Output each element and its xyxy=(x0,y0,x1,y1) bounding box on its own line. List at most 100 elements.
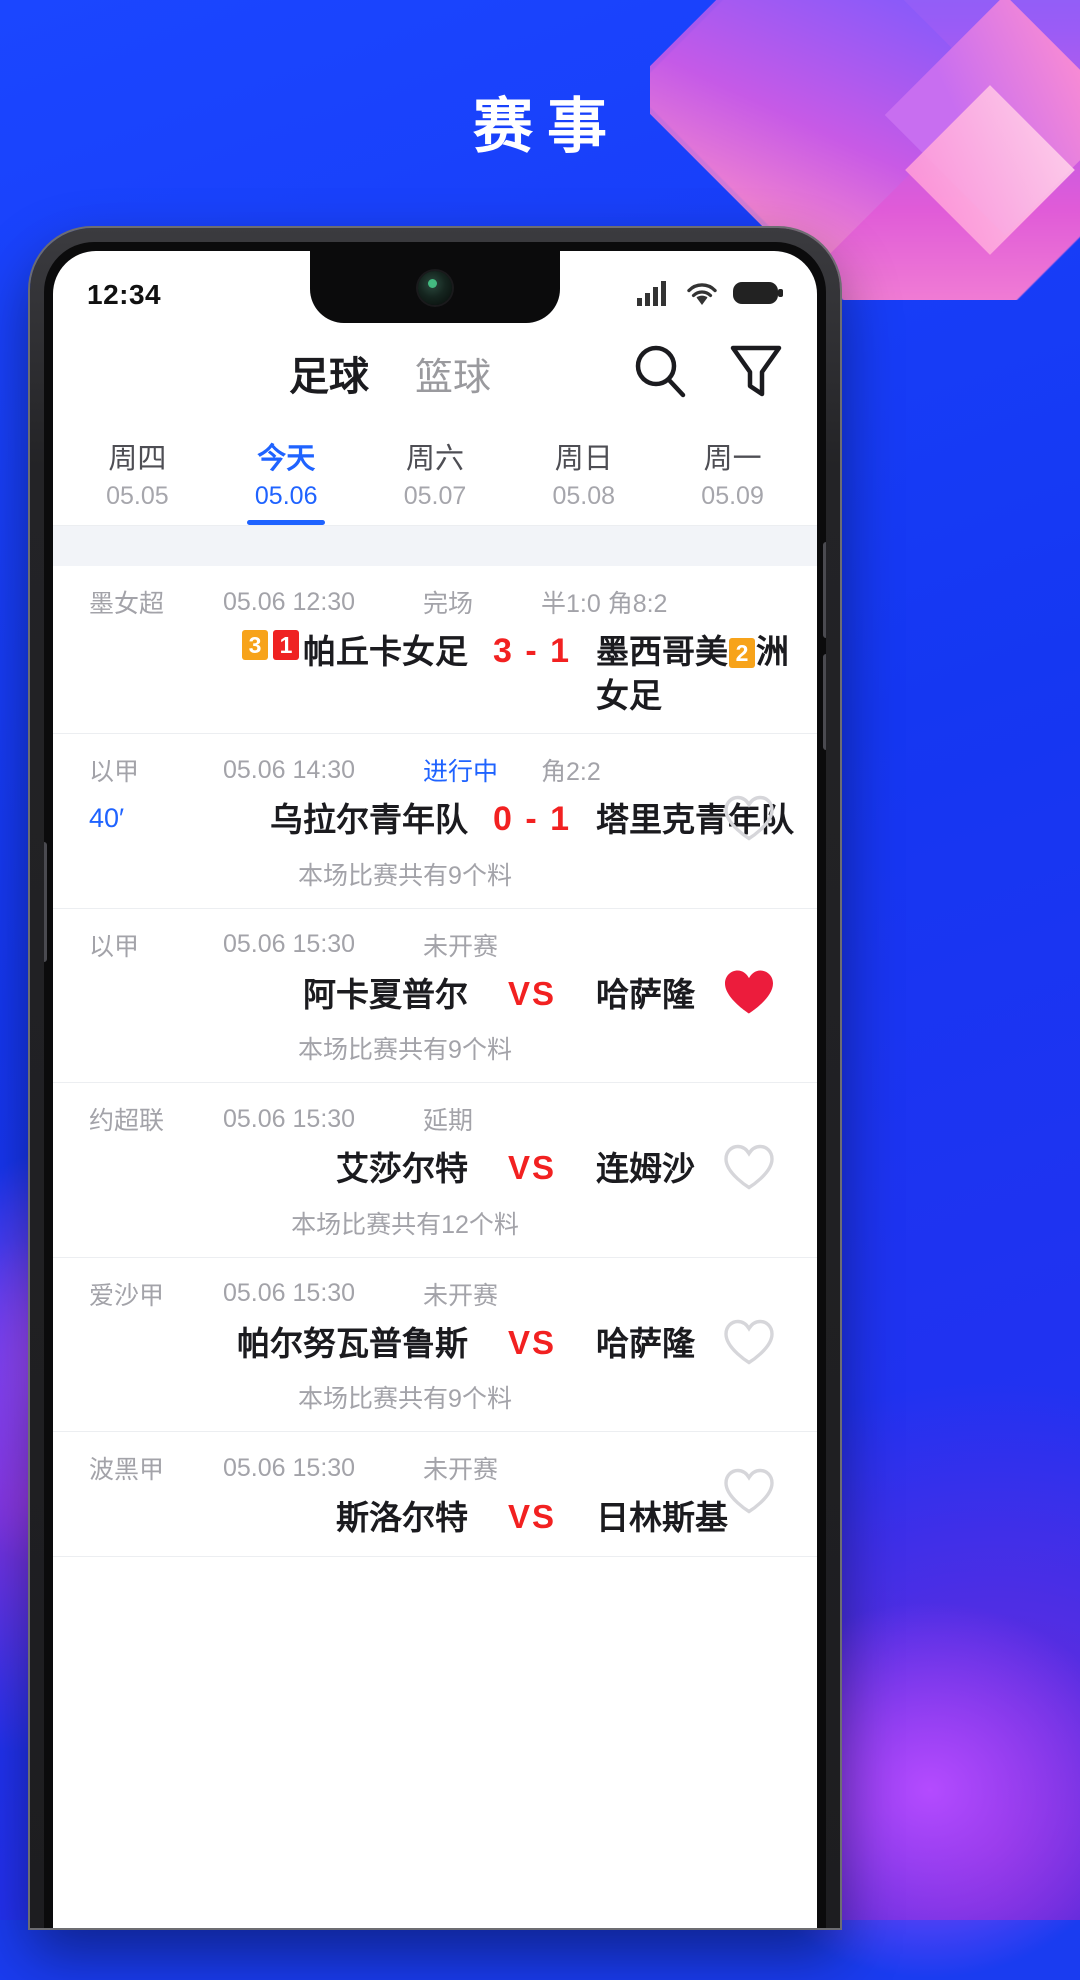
match-note: 本场比赛共有9个料 xyxy=(53,1030,817,1066)
match-meta: 爱沙甲05.06 15:30未开赛 xyxy=(53,1276,817,1312)
power-button[interactable] xyxy=(44,842,47,962)
league-label: 爱沙甲 xyxy=(53,1276,223,1312)
match-body: 阿卡夏普尔VS哈萨隆 xyxy=(53,973,817,1017)
favorite-outline-icon[interactable] xyxy=(723,1318,775,1371)
match-list[interactable]: 墨女超05.06 12:30完场半1:0 角8:2 31帕丘卡女足3 - 1墨西哥… xyxy=(53,566,817,1557)
match-status: 未开赛 xyxy=(423,1276,541,1312)
date-strip: 周四 05.05 今天 05.06 周六 05.07 周日 05.08 周一 xyxy=(53,421,817,526)
favorite-filled-icon[interactable] xyxy=(723,969,775,1022)
date-tab-0[interactable]: 周四 05.05 xyxy=(63,421,212,525)
match-row[interactable]: 墨女超05.06 12:30完场半1:0 角8:2 31帕丘卡女足3 - 1墨西哥… xyxy=(53,566,817,734)
volume-up-button[interactable] xyxy=(823,542,826,638)
top-bar: 足球 篮球 xyxy=(53,325,817,421)
match-note: 本场比赛共有9个料 xyxy=(53,856,817,892)
match-time: 05.06 15:30 xyxy=(223,1454,423,1483)
date-tab-2[interactable]: 周六 05.07 xyxy=(361,421,510,525)
date-day-label: 周一 xyxy=(704,435,762,477)
match-note: 本场比赛共有12个料 xyxy=(53,1205,817,1241)
team-badge: 1 xyxy=(273,630,299,660)
home-team: 帕尔努瓦普鲁斯 xyxy=(223,1322,468,1366)
match-status: 进行中 xyxy=(423,752,541,788)
home-team-name: 斯洛尔特 xyxy=(336,1496,468,1540)
date-number-label: 05.08 xyxy=(553,482,616,511)
match-time: 05.06 15:30 xyxy=(223,1105,423,1134)
status-bar: 12:34 xyxy=(53,251,817,325)
list-spacer xyxy=(53,526,817,566)
team-badge: 2 xyxy=(729,638,755,668)
date-number-label: 05.05 xyxy=(106,482,169,511)
match-score: VS xyxy=(468,1147,596,1187)
home-team-name: 乌拉尔青年队 xyxy=(270,798,468,842)
home-team-name: 帕丘卡女足 xyxy=(303,630,468,674)
date-tab-1[interactable]: 今天 05.06 xyxy=(212,421,361,525)
status-icons xyxy=(637,280,783,311)
match-minute xyxy=(53,1496,223,1501)
match-row[interactable]: 波黑甲05.06 15:30未开赛斯洛尔特VS日林斯基 xyxy=(53,1432,817,1557)
match-minute xyxy=(53,630,223,635)
favorite-outline-icon[interactable] xyxy=(723,1468,775,1521)
home-team-name: 帕尔努瓦普鲁斯 xyxy=(237,1322,468,1366)
match-minute xyxy=(53,1147,223,1152)
home-team: 阿卡夏普尔 xyxy=(223,973,468,1017)
search-icon[interactable] xyxy=(631,342,689,405)
league-label: 以甲 xyxy=(53,752,223,788)
away-team-name: 墨西哥美 xyxy=(596,633,728,670)
league-label: 以甲 xyxy=(53,927,223,963)
phone-screen: 12:34 xyxy=(53,251,817,1928)
date-day-label: 周四 xyxy=(108,435,166,477)
match-time: 05.06 12:30 xyxy=(223,588,423,617)
phone-bezel: 12:34 xyxy=(44,242,826,1928)
match-time: 05.06 15:30 xyxy=(223,930,423,959)
date-day-label: 周日 xyxy=(555,435,613,477)
signal-icon xyxy=(637,280,671,311)
date-day-label: 周六 xyxy=(406,435,464,477)
match-score: VS xyxy=(468,1496,596,1536)
league-label: 约超联 xyxy=(53,1101,223,1137)
phone-frame: 12:34 xyxy=(30,228,840,1928)
away-team: 塔里克青年队 xyxy=(596,798,817,842)
volume-down-button[interactable] xyxy=(823,654,826,750)
match-extra-stats: 角2:2 xyxy=(541,752,601,788)
home-team: 斯洛尔特 xyxy=(223,1496,468,1540)
match-row[interactable]: 以甲05.06 14:30进行中角2:240′乌拉尔青年队0 - 1塔里克青年队… xyxy=(53,734,817,909)
page-title: 赛事 xyxy=(0,78,1080,165)
match-body: 31帕丘卡女足3 - 1墨西哥美2洲女足 xyxy=(53,630,817,717)
match-status: 未开赛 xyxy=(423,1450,541,1486)
league-label: 波黑甲 xyxy=(53,1450,223,1486)
match-meta: 墨女超05.06 12:30完场半1:0 角8:2 xyxy=(53,584,817,620)
match-body: 40′乌拉尔青年队0 - 1塔里克青年队 xyxy=(53,798,817,842)
favorite-outline-icon[interactable] xyxy=(723,1143,775,1196)
favorite-outline-icon[interactable] xyxy=(723,794,775,847)
league-label: 墨女超 xyxy=(53,584,223,620)
tab-football[interactable]: 足球 xyxy=(289,344,369,402)
away-team-name: 日林斯基 xyxy=(596,1499,728,1536)
match-body: 斯洛尔特VS日林斯基 xyxy=(53,1496,817,1540)
team-badge: 3 xyxy=(242,630,268,660)
match-extra-stats: 半1:0 角8:2 xyxy=(541,584,667,620)
match-status: 完场 xyxy=(423,584,541,620)
match-row[interactable]: 爱沙甲05.06 15:30未开赛帕尔努瓦普鲁斯VS哈萨隆本场比赛共有9个料 xyxy=(53,1258,817,1433)
tab-basketball[interactable]: 篮球 xyxy=(415,346,491,401)
match-row[interactable]: 以甲05.06 15:30未开赛阿卡夏普尔VS哈萨隆本场比赛共有9个料 xyxy=(53,909,817,1084)
wifi-icon xyxy=(685,280,719,311)
date-number-label: 05.06 xyxy=(255,482,318,511)
match-meta: 以甲05.06 15:30未开赛 xyxy=(53,927,817,963)
home-team: 31帕丘卡女足 xyxy=(223,630,468,674)
match-score: 3 - 1 xyxy=(468,630,596,671)
date-number-label: 05.07 xyxy=(404,482,467,511)
date-tab-4[interactable]: 周一 05.09 xyxy=(658,421,807,525)
match-minute: 40′ xyxy=(53,798,223,834)
home-team-name: 艾莎尔特 xyxy=(336,1147,468,1191)
match-score: VS xyxy=(468,973,596,1013)
home-team: 艾莎尔特 xyxy=(223,1147,468,1191)
away-team-name: 连姆沙 xyxy=(596,1150,695,1187)
match-minute xyxy=(53,973,223,978)
match-meta: 波黑甲05.06 15:30未开赛 xyxy=(53,1450,817,1486)
match-row[interactable]: 约超联05.06 15:30延期艾莎尔特VS连姆沙本场比赛共有12个料 xyxy=(53,1083,817,1258)
match-minute xyxy=(53,1322,223,1327)
sport-tabs: 足球 篮球 xyxy=(289,344,491,402)
filter-icon[interactable] xyxy=(729,342,783,405)
home-team: 乌拉尔青年队 xyxy=(223,798,468,842)
date-tab-3[interactable]: 周日 05.08 xyxy=(509,421,658,525)
match-status: 延期 xyxy=(423,1101,541,1137)
